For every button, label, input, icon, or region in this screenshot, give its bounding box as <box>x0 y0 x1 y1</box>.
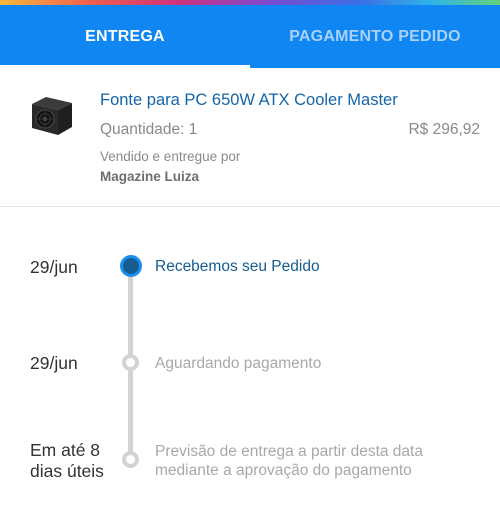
product-name-link[interactable]: Fonte para PC 650W ATX Cooler Master <box>100 91 398 110</box>
step-3-date: Em até 8 dias úteis <box>30 440 104 481</box>
product-price: R$ 296,92 <box>408 121 480 138</box>
sold-by-label: Vendido e entregue por <box>100 149 241 164</box>
tab-entrega-label: ENTREGA <box>85 27 165 45</box>
step-1-status-dot <box>120 255 142 277</box>
step-1-label: Recebemos seu Pedido <box>155 258 320 275</box>
delivery-timeline: 29/jun Recebemos seu Pedido 29/jun Aguar… <box>0 207 500 531</box>
step-3-status-dot <box>122 451 139 468</box>
tab-pagamento-pedido[interactable]: PAGAMENTO PEDIDO <box>250 5 500 68</box>
step-1-date: 29/jun <box>30 257 78 277</box>
tab-bar: ENTREGA PAGAMENTO PEDIDO <box>0 5 500 68</box>
product-card: Fonte para PC 650W ATX Cooler Master Qua… <box>0 68 500 207</box>
tab-entrega[interactable]: ENTREGA <box>0 5 250 68</box>
power-supply-icon <box>32 97 72 135</box>
step-3-label: Previsão de entrega a partir desta data … <box>155 443 423 479</box>
product-quantity: Quantidade: 1 <box>100 121 198 138</box>
step-2-label: Aguardando pagamento <box>155 355 322 372</box>
tab-pagamento-pedido-label: PAGAMENTO PEDIDO <box>289 27 461 45</box>
step-2-status-dot <box>122 354 139 371</box>
step-2-date: 29/jun <box>30 353 78 373</box>
seller-name: Magazine Luiza <box>100 169 200 184</box>
